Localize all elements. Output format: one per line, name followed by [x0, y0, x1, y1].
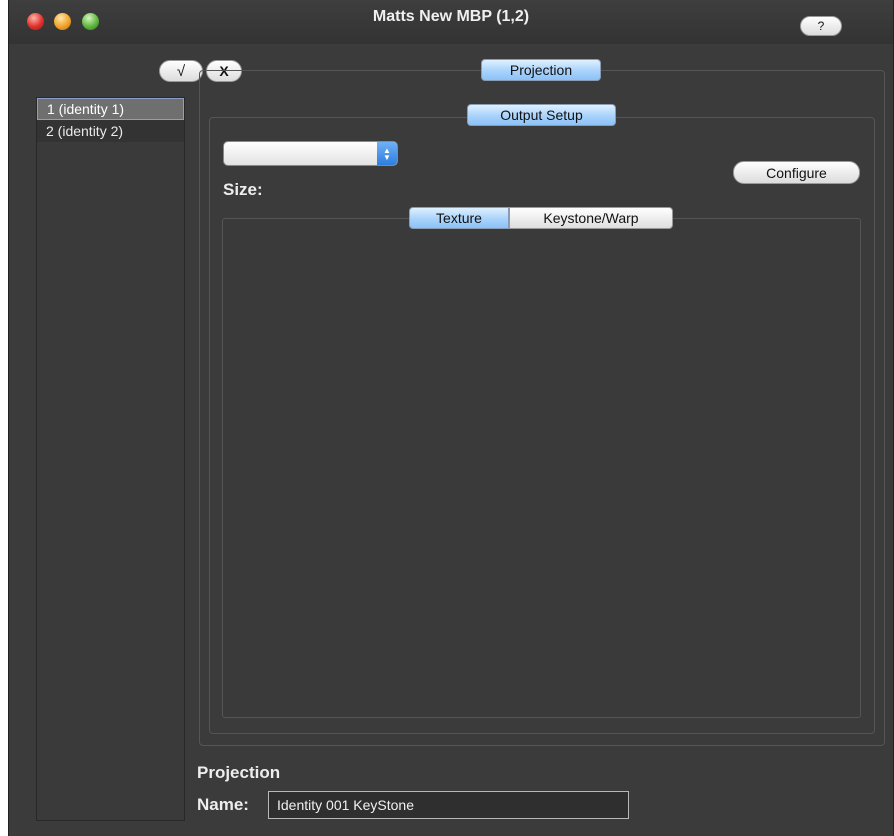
tab-keystone-warp[interactable]: Keystone/Warp: [509, 207, 673, 229]
title-bar: Matts New MBP (1,2): [9, 0, 893, 44]
configure-button[interactable]: Configure: [733, 161, 860, 184]
size-label: Size:: [223, 180, 263, 199]
sidebar-item-identity-1[interactable]: 1 (identity 1): [37, 98, 184, 120]
identity-list[interactable]: 1 (identity 1) 2 (identity 2): [36, 97, 185, 821]
window-title: Matts New MBP (1,2): [372, 8, 530, 25]
texture-panel: [222, 218, 861, 718]
tab-projection[interactable]: Projection: [481, 59, 601, 81]
main-window: Matts New MBP (1,2) ? √ X 1 (identity 1)…: [8, 0, 894, 836]
accept-button[interactable]: √: [159, 60, 203, 82]
name-field[interactable]: [268, 791, 629, 819]
tab-texture[interactable]: Texture: [409, 207, 509, 229]
name-label: Name:: [197, 795, 249, 814]
popup-arrows-icon: ▲ ▼: [377, 142, 397, 165]
help-button[interactable]: ?: [800, 16, 842, 36]
output-select[interactable]: ▲ ▼: [223, 141, 398, 166]
projection-section-title: Projection: [197, 763, 281, 782]
tab-output-setup[interactable]: Output Setup: [467, 104, 616, 126]
sidebar-item-identity-2[interactable]: 2 (identity 2): [37, 120, 184, 142]
